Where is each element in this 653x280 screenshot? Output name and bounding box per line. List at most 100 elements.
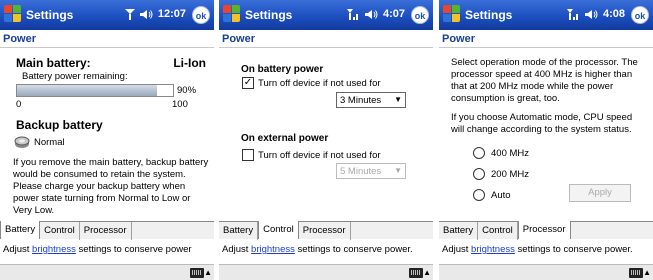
- external-turnoff-label: Turn off device if not used for: [258, 149, 381, 161]
- option-400mhz-label: 400 MHz: [491, 147, 530, 159]
- signal-icon: [346, 8, 358, 20]
- app-title: Settings: [26, 8, 74, 22]
- battery-level-bar: [16, 84, 174, 97]
- page-title: Power: [219, 30, 433, 48]
- option-200mhz[interactable]: 200 MHz: [473, 168, 529, 180]
- keyboard-icon[interactable]: [190, 268, 204, 278]
- battery-level-fill: [17, 85, 158, 96]
- brightness-link[interactable]: brightness: [251, 244, 295, 255]
- backup-battery-label: Backup battery: [16, 118, 103, 132]
- hint-prefix: Adjust: [442, 244, 472, 255]
- page-title: Power: [439, 30, 653, 48]
- tab-bar: Battery Control Processor: [439, 221, 653, 240]
- brightness-hint: Adjust brightness settings to conserve p…: [3, 244, 192, 255]
- auto-mode-description: If you choose Automatic mode, CPU speed …: [451, 112, 633, 135]
- app-title: Settings: [245, 8, 293, 22]
- speaker-icon: [584, 9, 598, 19]
- status-area[interactable]: 12:07: [124, 8, 186, 20]
- input-menu-arrow-icon[interactable]: ▲: [423, 268, 431, 277]
- main-battery-type: Li-Ion: [173, 56, 206, 70]
- radio-auto[interactable]: [473, 189, 485, 201]
- ok-button[interactable]: ok: [631, 6, 649, 24]
- keyboard-icon[interactable]: [409, 268, 423, 278]
- start-menu-icon[interactable]: [223, 5, 241, 23]
- start-menu-icon[interactable]: [4, 5, 22, 23]
- tab-control[interactable]: Control: [40, 222, 80, 240]
- ok-button[interactable]: ok: [192, 6, 210, 24]
- keyboard-icon[interactable]: [629, 268, 643, 278]
- backup-battery-icon: [14, 136, 30, 148]
- app-title: Settings: [465, 8, 513, 22]
- battery-timeout-select[interactable]: 3 Minutes ▼: [336, 92, 406, 108]
- battery-timeout-value: 3 Minutes: [340, 95, 382, 106]
- option-200mhz-label: 200 MHz: [491, 168, 530, 180]
- chevron-down-icon: ▼: [394, 95, 402, 104]
- command-bar: ▲: [439, 264, 653, 280]
- antenna-icon: [124, 8, 135, 20]
- command-bar: ▲: [0, 264, 214, 280]
- backup-battery-state: Normal: [34, 137, 65, 148]
- title-bar: Settings 4:07 ok: [219, 0, 433, 30]
- speaker-icon: [139, 9, 153, 19]
- battery-percent: 90%: [177, 85, 197, 96]
- tab-battery[interactable]: Battery: [219, 222, 259, 240]
- external-turnoff-checkbox[interactable]: [242, 149, 254, 161]
- control-screen: Settings 4:07 ok Power On battery power …: [219, 0, 433, 280]
- remaining-label: Battery power remaining:: [22, 71, 128, 82]
- option-auto[interactable]: Auto: [473, 189, 511, 201]
- hint-suffix: settings to conserve power: [75, 244, 192, 255]
- radio-400mhz[interactable]: [473, 147, 485, 159]
- tab-processor[interactable]: Processor: [299, 222, 351, 240]
- page-title: Power: [0, 30, 214, 48]
- tab-bar: Battery Control Processor: [0, 221, 214, 240]
- brightness-hint: Adjust brightness settings to conserve p…: [222, 244, 413, 255]
- brightness-hint: Adjust brightness settings to conserve p…: [442, 244, 633, 255]
- input-menu-arrow-icon[interactable]: ▲: [204, 268, 212, 277]
- battery-turnoff-label: Turn off device if not used for: [258, 77, 381, 89]
- external-turnoff-row[interactable]: Turn off device if not used for: [242, 149, 381, 161]
- external-power-heading: On external power: [241, 133, 329, 144]
- hint-suffix: settings to conserve power.: [514, 244, 633, 255]
- title-bar: Settings 12:07 ok: [0, 0, 214, 30]
- status-area[interactable]: 4:07: [346, 8, 405, 20]
- battery-info-text: If you remove the main battery, backup b…: [13, 157, 209, 216]
- hint-suffix: settings to conserve power.: [294, 244, 413, 255]
- tab-processor[interactable]: Processor: [517, 221, 571, 239]
- tab-control[interactable]: Control: [478, 222, 518, 240]
- tab-processor[interactable]: Processor: [80, 222, 132, 240]
- brightness-link[interactable]: brightness: [471, 244, 515, 255]
- main-battery-label: Main battery:: [16, 56, 91, 70]
- radio-200mhz[interactable]: [473, 168, 485, 180]
- battery-turnoff-row[interactable]: ✓ Turn off device if not used for: [242, 77, 381, 89]
- option-400mhz[interactable]: 400 MHz: [473, 147, 529, 159]
- ok-button[interactable]: ok: [411, 6, 429, 24]
- brightness-link[interactable]: brightness: [32, 244, 76, 255]
- tab-bar: Battery Control Processor: [219, 221, 433, 240]
- input-menu-arrow-icon[interactable]: ▲: [643, 268, 651, 277]
- hint-prefix: Adjust: [3, 244, 33, 255]
- main-battery-row: Main battery: Li-Ion: [16, 56, 206, 70]
- option-auto-label: Auto: [491, 189, 511, 201]
- start-menu-icon[interactable]: [443, 5, 461, 23]
- signal-icon: [566, 8, 578, 20]
- command-bar: ▲: [219, 264, 433, 280]
- tab-control[interactable]: Control: [258, 221, 299, 239]
- battery-turnoff-checkbox[interactable]: ✓: [242, 77, 254, 89]
- tab-battery[interactable]: Battery: [439, 222, 479, 240]
- external-timeout-value: 5 Minutes: [340, 166, 382, 177]
- processor-screen: Settings 4:08 ok Power Select operation …: [439, 0, 653, 280]
- battery-screen: Settings 12:07 ok Power Main battery: Li…: [0, 0, 214, 280]
- status-area[interactable]: 4:08: [566, 8, 625, 20]
- clock: 4:08: [602, 8, 625, 20]
- external-timeout-select: 5 Minutes ▼: [336, 163, 406, 179]
- title-bar: Settings 4:08 ok: [439, 0, 653, 30]
- apply-button[interactable]: Apply: [569, 184, 631, 202]
- scale-max: 100: [172, 99, 188, 110]
- tab-battery[interactable]: Battery: [0, 221, 41, 239]
- chevron-down-icon: ▼: [394, 166, 402, 175]
- clock: 12:07: [157, 8, 186, 20]
- speaker-icon: [364, 9, 378, 19]
- hint-prefix: Adjust: [222, 244, 252, 255]
- battery-power-heading: On battery power: [241, 64, 324, 75]
- scale-min: 0: [16, 99, 22, 110]
